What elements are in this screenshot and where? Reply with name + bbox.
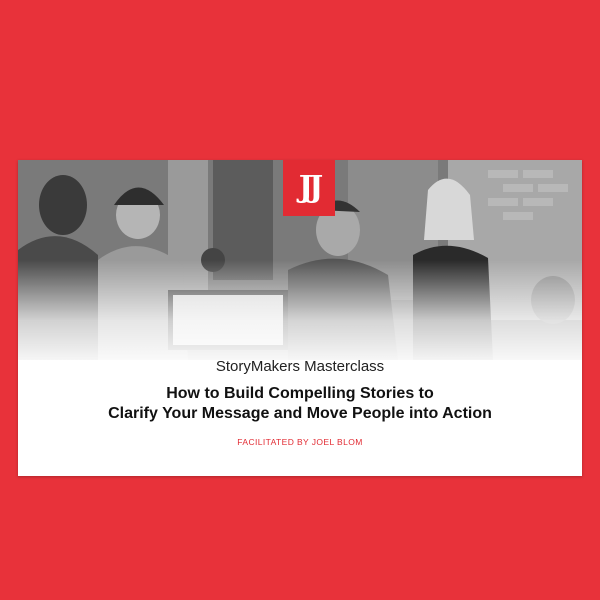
headline-line-2: Clarify Your Message and Move People int… [108, 405, 492, 422]
masterclass-card: JJ StoryMakers Masterclass How to Build … [18, 160, 582, 476]
facilitator-credit: FACILITATED BY JOEL BLOM [237, 437, 363, 447]
event-series-title: StoryMakers Masterclass [215, 358, 385, 375]
photo-fade-overlay [18, 260, 582, 370]
card-text: StoryMakers Masterclass How to Build Com… [18, 358, 582, 447]
brand-logo: JJ [283, 160, 335, 216]
logo-monogram: JJ [298, 170, 323, 205]
poster-canvas: JJ StoryMakers Masterclass How to Build … [0, 0, 600, 600]
headline: How to Build Compelling Stories to Clari… [18, 384, 582, 424]
headline-line-1: How to Build Compelling Stories to [166, 385, 434, 402]
